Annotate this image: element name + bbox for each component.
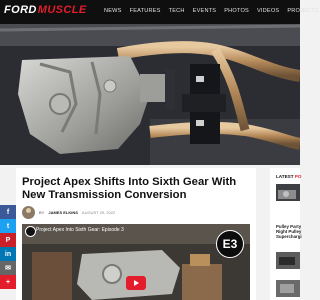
sidebar-thumb-3-art [276,280,300,297]
share-bar: f t P in ✉ + [0,205,16,300]
email-icon[interactable]: ✉ [0,261,16,275]
sidebar-thumb-2[interactable] [276,252,300,269]
logo-text: FORD [4,4,37,16]
share-icon[interactable]: + [0,275,16,289]
sidebar-thumb-2-art [276,252,300,269]
author-name[interactable]: JAMES ELKINS [48,210,78,215]
linkedin-icon[interactable]: in [0,247,16,261]
author-avatar[interactable] [22,206,35,219]
video-embed[interactable]: Project Apex Into Sixth Gear: Episode 3 … [22,224,250,300]
sidebar-thumb-1[interactable] [276,184,300,201]
twitter-icon[interactable]: t [0,219,16,233]
hero-transmission-illustration [0,24,300,165]
article-title: Project Apex Shifts Into Sixth Gear With… [22,176,237,201]
channel-icon[interactable] [25,226,36,237]
sidebar-heading-accent: PO [294,174,302,179]
nav-news[interactable]: NEWS [104,8,122,14]
sidebar-thumb-3[interactable] [276,280,300,297]
main-nav: NEWS FEATURES TECH EVENTS PHOTOS VIDEOS … [104,8,319,14]
pinterest-icon[interactable]: P [0,233,16,247]
sidebar-item-1-line-3[interactable]: Superchargi [276,234,302,239]
sidebar-heading-main: LATEST [276,174,294,179]
facebook-icon[interactable]: f [0,205,16,219]
sidebar-heading: LATEST PO [276,174,301,179]
nav-photos[interactable]: PHOTOS [224,8,249,14]
nav-videos[interactable]: VIDEOS [257,8,279,14]
publish-date: AUGUST 29, 2022 [81,210,116,215]
article-card: Project Apex Shifts Into Sixth Gear With… [16,168,256,300]
nav-tech[interactable]: TECH [169,8,185,14]
nav-features[interactable]: FEATURES [130,8,161,14]
byline-by: BY [39,210,45,215]
hero-image [0,24,300,165]
logo-accent-text: MUSCLE [37,4,87,16]
site-header: FORDMUSCLE NEWS FEATURES TECH EVENTS PHO… [0,0,319,24]
nav-projects[interactable]: PROJECTS [287,8,318,14]
play-button-icon[interactable] [126,276,146,290]
byline: BY JAMES ELKINS AUGUST 29, 2022 [22,206,115,219]
episode-badge: E3 [216,230,244,258]
nav-events[interactable]: EVENTS [193,8,217,14]
site-logo[interactable]: FORDMUSCLE [4,4,87,16]
sidebar-thumb-1-art [276,184,300,201]
video-title[interactable]: Project Apex Into Sixth Gear: Episode 3 [36,227,124,233]
